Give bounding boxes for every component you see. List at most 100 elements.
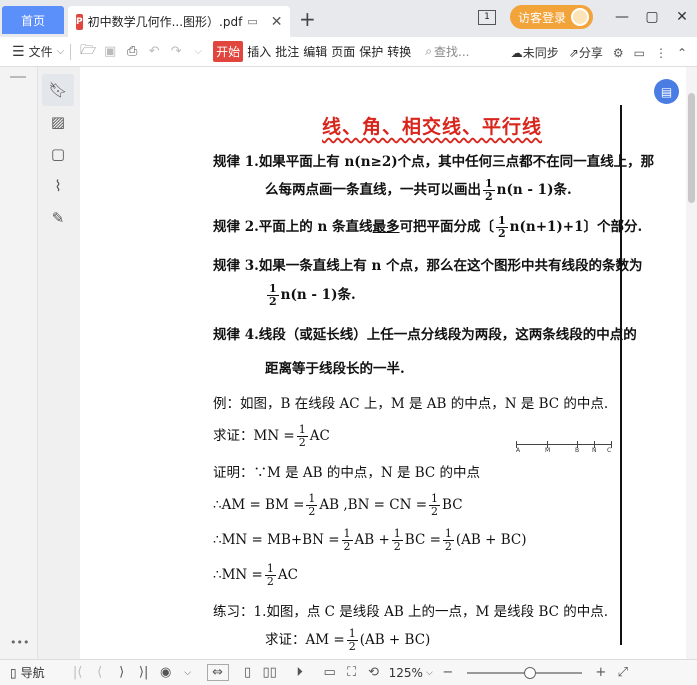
comment-panel-icon[interactable]: ▢ bbox=[42, 138, 74, 170]
settings-icon[interactable]: ⚙ bbox=[613, 46, 624, 60]
zoom-in-icon[interactable]: + bbox=[590, 665, 612, 680]
menu-icon: ☰ bbox=[12, 43, 25, 60]
proof-line2: ∴AM = BM = 1 2 AB ,BN = CN = 1 2 BC bbox=[213, 493, 463, 518]
undo-icon[interactable]: ↶ bbox=[143, 44, 165, 59]
scrollbar-thumb[interactable] bbox=[688, 93, 695, 203]
proof2-tail: BC bbox=[442, 497, 463, 513]
first-page-icon[interactable]: |⟨ bbox=[67, 665, 89, 680]
last-page-icon[interactable]: ⟩| bbox=[133, 665, 155, 680]
minimize-button[interactable]: — bbox=[607, 9, 637, 25]
share-button[interactable]: ⇗ 分享 bbox=[569, 44, 603, 61]
single-page-icon[interactable]: ▯ bbox=[237, 665, 259, 680]
rule2-text: 规律 2.平面上的 n 条直线 bbox=[213, 219, 373, 235]
image-icon[interactable]: ▨ bbox=[42, 106, 74, 138]
rule1-text: 么每两点画一条直线，一共可以画出 bbox=[265, 182, 481, 198]
practice-prove-text: 求证：AM = bbox=[265, 632, 345, 648]
zoom-out-icon[interactable]: − bbox=[437, 665, 459, 680]
redo-icon[interactable]: ↷ bbox=[165, 44, 187, 59]
zoom-slider[interactable] bbox=[466, 666, 582, 679]
tab-close-button[interactable]: ✕ bbox=[271, 14, 283, 30]
example-line: 例：如图，B 在线段 AC 上，M 是 AB 的中点，N 是 BC 的中点. bbox=[213, 396, 609, 412]
tab-protect[interactable]: 保护 bbox=[359, 43, 383, 60]
segment-label: N bbox=[592, 447, 597, 454]
tab-annotate[interactable]: 批注 bbox=[275, 43, 299, 60]
rule3-tail: n(n - 1)条. bbox=[280, 287, 356, 303]
actual-size-icon[interactable]: ▭ bbox=[319, 665, 341, 680]
prove-line: 求证：MN = 1 2 AC bbox=[213, 424, 330, 449]
dropdown-icon[interactable]: ⌵ bbox=[187, 46, 209, 57]
tab-document-title: 初中数学几何作...图形）.pdf bbox=[87, 15, 243, 29]
tab-edit[interactable]: 编辑 bbox=[303, 43, 327, 60]
fraction-den: 2 bbox=[348, 640, 356, 653]
fraction-den: 2 bbox=[498, 227, 506, 240]
fraction-den: 2 bbox=[485, 190, 493, 203]
new-tab-button[interactable]: + bbox=[299, 9, 316, 29]
prev-page-icon[interactable]: ⟨ bbox=[89, 665, 111, 680]
rule1-line2: 么每两点画一条直线，一共可以画出 1 2 n(n - 1)条. bbox=[265, 178, 572, 203]
segment-label: B bbox=[575, 447, 580, 454]
tab-insert[interactable]: 插入 bbox=[247, 43, 271, 60]
proof-line1: 证明：∵M 是 AB 的中点，N 是 BC 的中点 bbox=[213, 465, 481, 481]
tab-start[interactable]: 开始 bbox=[213, 41, 244, 62]
tab-home[interactable]: 首页 bbox=[2, 6, 64, 34]
file-menu-button[interactable]: ☰ 文件 ⌵ bbox=[0, 43, 64, 60]
rule3-line2: 1 2 n(n - 1)条. bbox=[265, 283, 356, 308]
zoom-level[interactable]: 125% bbox=[389, 666, 423, 680]
convert-float-icon[interactable]: ▤ bbox=[654, 79, 679, 104]
fit-page-icon[interactable]: ⛶ bbox=[341, 665, 363, 680]
attachment-icon[interactable]: ⌇ bbox=[42, 170, 74, 202]
more-options-icon[interactable]: ⋮ bbox=[655, 46, 667, 60]
zoom-slider-knob[interactable] bbox=[524, 666, 537, 679]
guest-login-button[interactable]: 访客登录 bbox=[509, 5, 593, 29]
tab-bar: 首页 P 初中数学几何作...图形）.pdf ▭ ✕ + 1 访客登录 — ▢ … bbox=[0, 0, 697, 37]
panel-grip[interactable] bbox=[10, 76, 26, 78]
rule1-line1: 规律 1.如果平面上有 n(n≥2)个点，其中任何三点都不在同一直线上，那 bbox=[213, 154, 655, 170]
status-bar: ▯ 导航 |⟨ ⟨ ⟩ ⟩| ◉ ⌵ ⇔ ▯ ▯▯ ⏵ ▭ ⛶ ⟲ 125% ⌵… bbox=[0, 659, 697, 685]
fraction-den: 2 bbox=[393, 540, 401, 553]
file-menu-label: 文件 bbox=[28, 45, 53, 59]
print-icon[interactable]: ⎙ bbox=[121, 44, 143, 59]
proof4-tail: AC bbox=[277, 567, 298, 583]
sync-label: 未同步 bbox=[522, 46, 559, 60]
rotate-icon[interactable]: ⟲ bbox=[363, 665, 385, 680]
proof-line4: ∴MN = 1 2 AC bbox=[213, 563, 298, 588]
save-icon[interactable]: ▣ bbox=[99, 44, 121, 59]
bookmark-icon[interactable]: 🔖︎ bbox=[42, 74, 74, 106]
search-input[interactable]: ⌕ 查找... bbox=[425, 43, 469, 60]
window-close-button[interactable]: ✕ bbox=[667, 9, 697, 25]
zoom-dropdown-icon[interactable]: ⌵ bbox=[426, 668, 433, 678]
dropdown-icon[interactable]: ⌵ bbox=[177, 668, 199, 678]
play-icon[interactable]: ⏵ bbox=[289, 665, 311, 680]
segment-line bbox=[516, 444, 612, 445]
fraction: 12 bbox=[346, 628, 358, 653]
rule2-underline: 最多 bbox=[372, 219, 400, 235]
fraction: 12 bbox=[391, 528, 403, 553]
tab-page[interactable]: 页面 bbox=[331, 43, 355, 60]
next-page-icon[interactable]: ⟩ bbox=[111, 665, 133, 680]
fraction: 12 bbox=[296, 424, 308, 449]
fullscreen-icon[interactable]: ⤢ bbox=[612, 665, 634, 680]
rule2-line: 规律 2.平面上的 n 条直线最多可把平面分成〔 1 2 n(n+1)+1〕个部分. bbox=[213, 215, 642, 240]
vertical-scrollbar[interactable] bbox=[686, 67, 697, 659]
tab-convert[interactable]: 转换 bbox=[387, 43, 411, 60]
fraction-den: 2 bbox=[298, 436, 306, 449]
fraction: 12 bbox=[483, 178, 495, 203]
fraction: 12 bbox=[496, 215, 508, 240]
page-count-badge[interactable]: 1 bbox=[477, 9, 496, 25]
window-view-icon[interactable]: ▭ bbox=[247, 15, 257, 28]
signature-icon[interactable]: ✎ bbox=[42, 202, 74, 234]
main-toolbar: ☰ 文件 ⌵ 🗁 ▣ ⎙ ↶ ↷ ⌵ 开始 插入 批注 编辑 页面 保护 转换 … bbox=[0, 37, 697, 67]
more-icon[interactable]: ••• bbox=[10, 636, 29, 649]
nav-toggle-button[interactable]: ▯ 导航 bbox=[10, 664, 45, 681]
tab-document[interactable]: P 初中数学几何作...图形）.pdf ▭ ✕ bbox=[68, 6, 290, 37]
sync-button[interactable]: ☁ 未同步 bbox=[511, 44, 559, 61]
open-folder-icon[interactable]: 🗁 bbox=[77, 41, 99, 63]
eye-icon[interactable]: ◉ bbox=[155, 665, 177, 680]
search-placeholder: 查找... bbox=[434, 45, 470, 59]
comment-icon[interactable]: ▭ bbox=[634, 46, 645, 60]
double-page-icon[interactable]: ▯▯ bbox=[259, 665, 281, 680]
collapse-icon[interactable]: ⌃ bbox=[677, 46, 687, 60]
fit-width-icon[interactable]: ⇔ bbox=[206, 664, 229, 681]
maximize-button[interactable]: ▢ bbox=[637, 9, 667, 25]
rule4-line2: 距离等于线段长的一半. bbox=[265, 361, 405, 377]
